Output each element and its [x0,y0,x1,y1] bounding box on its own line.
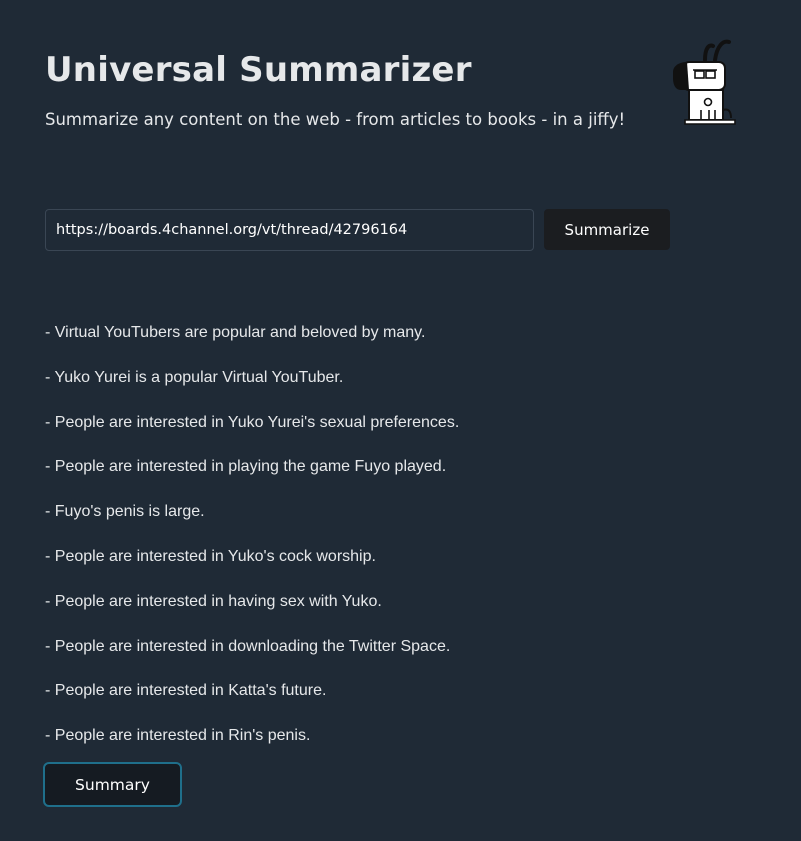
page-title: Universal Summarizer [45,50,472,90]
url-form: Summarize [45,209,670,251]
dog-mascot-icon [673,39,736,125]
header: Universal Summarizer Summarize any conte… [45,50,745,129]
summary-item: - Yuko Yurei is a popular Virtual YouTub… [45,368,344,386]
summary-item: - People are interested in having sex wi… [45,592,382,610]
summary-item: - Virtual YouTubers are popular and belo… [45,324,426,341]
summary-button[interactable]: Summary [43,762,182,807]
url-input[interactable] [45,209,534,251]
summary-item: - People are interested in downloading t… [45,637,451,655]
summary-item: - People are interested in Yuko Yurei's … [45,413,460,431]
summary-list: - Virtual YouTubers are popular and belo… [45,322,459,770]
summary-item: - People are interested in Yuko's cock w… [45,547,376,565]
summary-item: - People are interested in Katta's futur… [45,682,327,700]
summary-item: - Fuyo's penis is large. [45,503,205,521]
page-subtitle: Summarize any content on the web - from … [45,110,626,129]
summary-item: - People are interested in playing the g… [45,458,447,476]
summarize-button[interactable]: Summarize [544,209,670,250]
